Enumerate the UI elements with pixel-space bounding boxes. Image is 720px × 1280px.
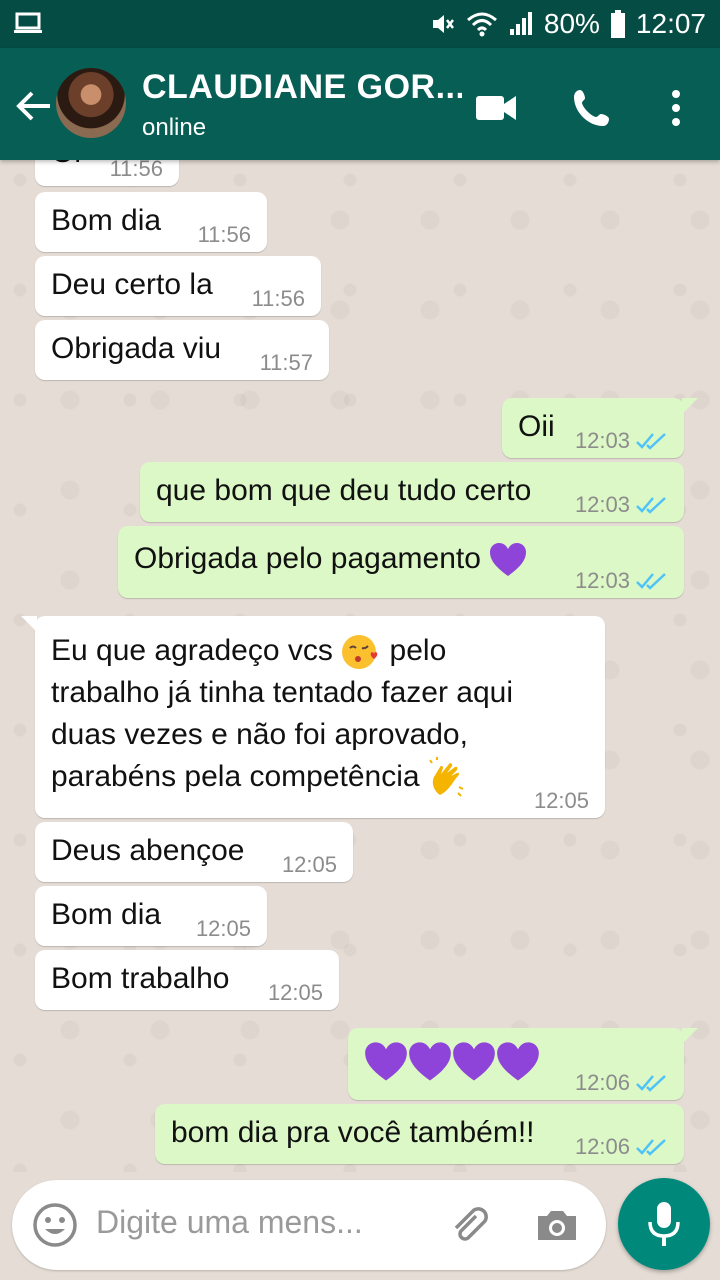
message-meta: 12:03 [575,494,668,516]
battery-percentage: 80% [543,8,600,39]
message-text: Deu certo la [51,268,213,301]
message-time: 11:56 [197,222,251,247]
message-meta: 12:06 [575,1072,668,1094]
purple-heart-emoji [490,543,527,577]
message-time: 12:05 [281,852,337,877]
attachment-icon[interactable] [446,1202,492,1248]
message-time: 12:06 [574,1134,630,1159]
phone-call-icon[interactable] [568,84,616,132]
camera-icon[interactable] [534,1202,580,1248]
message-time: 11:56 [251,286,305,311]
message-time: 12:03 [574,428,630,453]
message-composer[interactable]: Digite uma mens... [12,1180,606,1270]
kissing-face-with-heart-emoji [342,635,378,670]
clock: 12:07 [635,8,706,39]
bubble-tail [21,616,37,632]
video-call-icon[interactable] [472,84,520,132]
message-time: 11:57 [259,350,313,375]
message-meta: 12:03 [575,570,668,592]
bubble-tail [682,398,698,414]
message-text: Oi [51,160,81,169]
message-text: parabéns pela competência [51,760,420,793]
read-receipt-icon [636,573,666,590]
status-bar: 80% 12:07 [0,0,720,48]
message-line: parabéns pela competência [51,756,589,799]
microphone-icon [648,1202,680,1246]
message-time: 12:06 [574,1070,630,1095]
message-incoming[interactable]: Deus abençoe 12:05 [35,822,353,882]
message-outgoing[interactable]: bom dia pra você também!! 12:06 [155,1104,684,1164]
message-time: 12:03 [574,492,630,517]
wifi-icon [466,12,497,37]
message-time: 12:03 [574,568,630,593]
message-time: 12:05 [533,788,589,813]
message-text: trabalho já tinha tentado fazer aqui [51,676,513,709]
message-text: pelo [389,634,447,667]
message-text: Obrigada viu [51,332,222,365]
purple-heart-emoji [497,1042,539,1081]
chat-header: CLAUDIANE GOR... online [0,48,720,160]
more-options-icon[interactable] [652,84,700,132]
message-line: Eu que agradeço vcs pelo [51,630,589,672]
battery-icon [610,10,625,38]
message-text: Oii [518,410,555,443]
message-list[interactable]: Oi 11:56 Bom dia 11:56 Deu certo la 11:5… [0,160,720,1172]
message-incoming[interactable]: Obrigada viu 11:57 [35,320,329,380]
message-text: duas vezes e não foi aprovado, [51,718,468,751]
message-meta: 12:03 [575,430,668,452]
message-incoming[interactable]: Deu certo la 11:56 [35,256,321,316]
message-outgoing[interactable]: 12:06 [348,1028,698,1100]
contact-name[interactable]: CLAUDIANE GOR... [142,68,462,107]
message-incoming[interactable]: Bom dia 11:56 [35,192,267,252]
clapping-hands-emoji [429,757,464,797]
purple-heart-emoji [365,1042,407,1081]
message-incoming[interactable]: Oi 11:56 [35,160,179,186]
message-time: 12:05 [195,916,251,941]
message-text: Eu que agradeço vcs [51,634,333,667]
voice-record-button[interactable] [618,1178,710,1270]
message-text: Bom trabalho [51,962,230,995]
message-time: 12:05 [267,980,323,1005]
message-incoming[interactable]: Eu que agradeço vcs pelo trabalho já tin… [21,616,605,818]
message-meta: 12:06 [575,1136,668,1158]
message-text: Bom dia [51,204,162,237]
message-text: que bom que deu tudo certo [156,474,532,507]
message-text: bom dia pra você também!! [171,1116,535,1149]
emoji-icon[interactable] [32,1202,78,1248]
purple-heart-emoji [409,1042,451,1081]
message-input[interactable]: Digite uma mens... [96,1204,416,1241]
signal-icon [509,12,532,35]
back-arrow-icon[interactable] [12,84,56,128]
message-outgoing[interactable]: que bom que deu tudo certo 12:03 [140,462,684,522]
message-outgoing[interactable]: Obrigada pelo pagamento 12:03 [118,526,684,598]
message-text: Bom dia [51,898,162,931]
message-text: Obrigada pelo pagamento [134,542,481,575]
message-text: Deus abençoe [51,834,245,867]
read-receipt-icon [636,497,666,514]
message-outgoing[interactable]: Oii 12:03 [502,398,698,458]
laptop-icon [14,12,42,33]
avatar[interactable] [56,68,126,138]
bubble-tail [682,1028,698,1044]
purple-heart-emoji [453,1042,495,1081]
read-receipt-icon [636,433,666,450]
message-time: 11:56 [109,160,163,181]
mute-icon [432,15,454,33]
read-receipt-icon [636,1139,666,1156]
message-incoming[interactable]: Bom trabalho 12:05 [35,950,339,1010]
contact-status: online [142,114,207,141]
read-receipt-icon [636,1075,666,1092]
message-incoming[interactable]: Bom dia 12:05 [35,886,267,946]
